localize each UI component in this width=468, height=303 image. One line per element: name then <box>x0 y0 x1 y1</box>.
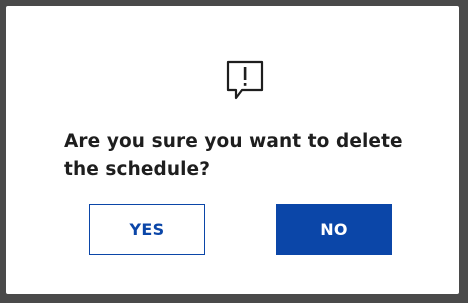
confirm-delete-dialog: Are you sure you want to delete the sche… <box>6 6 459 294</box>
yes-button-label: YES <box>129 220 165 239</box>
speech-bubble-exclamation-icon <box>224 58 266 104</box>
dialog-frame: Are you sure you want to delete the sche… <box>0 0 468 303</box>
no-button-label: NO <box>320 220 348 239</box>
confirm-message: Are you sure you want to delete the sche… <box>64 131 403 180</box>
yes-button[interactable]: YES <box>89 204 205 255</box>
no-button[interactable]: NO <box>276 204 392 255</box>
